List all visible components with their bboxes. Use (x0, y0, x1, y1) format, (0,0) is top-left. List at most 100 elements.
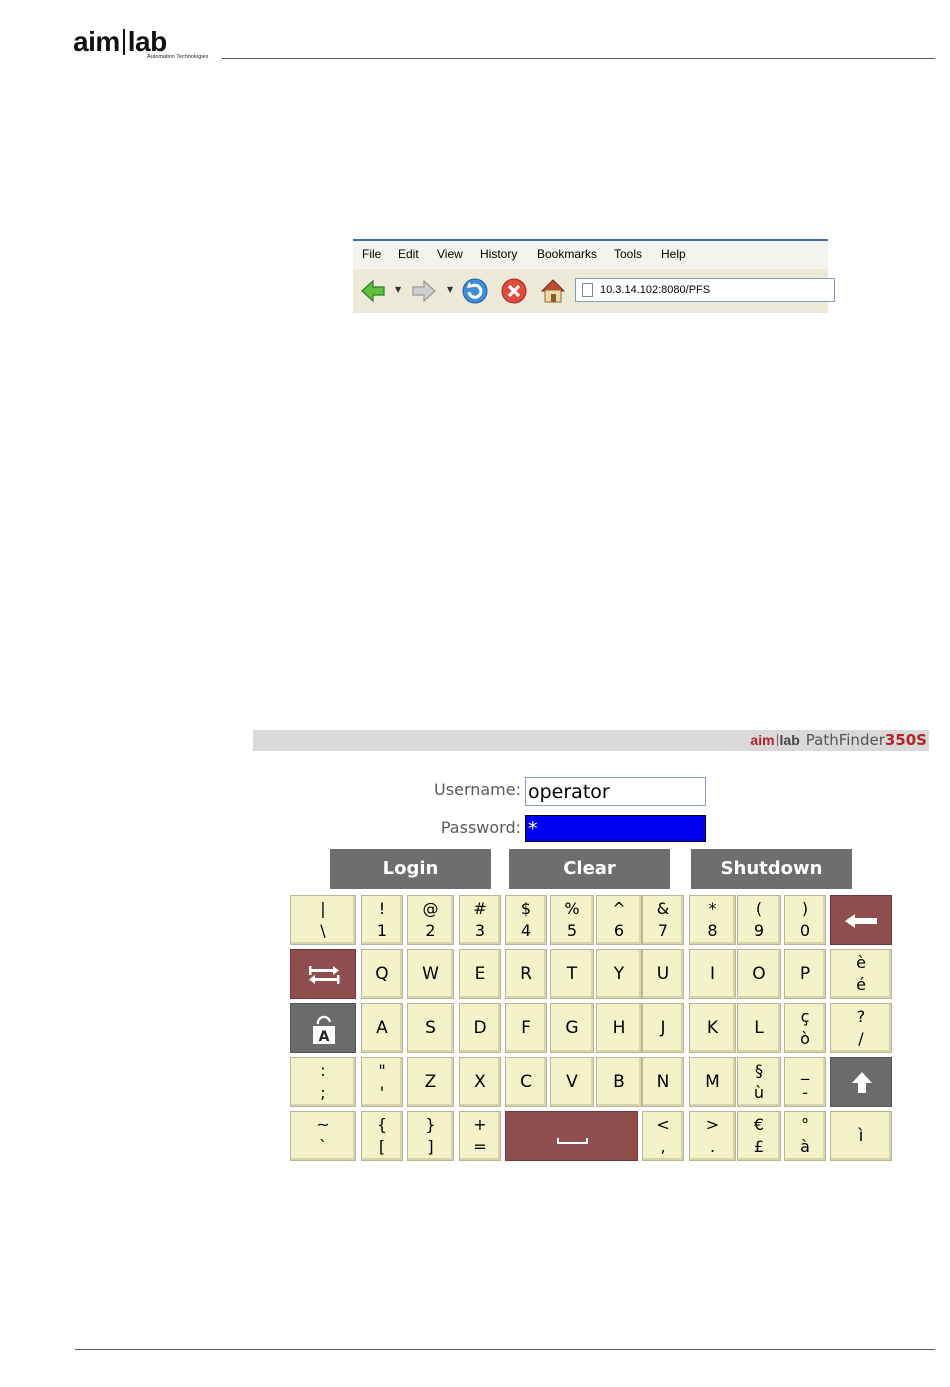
key-label: S (425, 1018, 436, 1038)
key-1[interactable]: ! 1 (361, 895, 403, 945)
reload-icon[interactable] (461, 277, 489, 305)
key-ì[interactable]: ì (830, 1111, 892, 1161)
key-£[interactable]: € £ (737, 1111, 781, 1161)
key-A[interactable]: A (361, 1003, 403, 1053)
menu-history[interactable]: History (480, 247, 517, 261)
key-é[interactable]: èé (830, 949, 892, 999)
key-shift-label: : (320, 1061, 326, 1080)
aimlab-logo: aim lab Automation Technologies (73, 28, 233, 64)
key-T[interactable]: T (550, 949, 594, 999)
key-U[interactable]: U (642, 949, 684, 999)
forward-dropdown-icon[interactable]: ▼ (447, 285, 453, 294)
key-Z[interactable]: Z (407, 1057, 454, 1107)
key-P[interactable]: P (784, 949, 826, 999)
key-][interactable]: }] (407, 1111, 454, 1161)
clear-button[interactable]: Clear (509, 849, 670, 889)
key-K[interactable]: K (689, 1003, 736, 1053)
key-W[interactable]: W (407, 949, 454, 999)
key-B[interactable]: B (596, 1057, 642, 1107)
key-3[interactable]: #3 (459, 895, 501, 945)
back-dropdown-icon[interactable]: ▼ (395, 285, 401, 294)
home-icon[interactable] (539, 277, 567, 305)
password-input[interactable] (525, 815, 706, 842)
key-=[interactable]: + = (459, 1111, 501, 1161)
address-input[interactable] (600, 281, 830, 299)
key-label: ` (319, 1137, 327, 1156)
key-label: U (656, 964, 670, 984)
shift-arrow-key[interactable] (830, 1057, 892, 1107)
key-;[interactable]: :; (290, 1057, 356, 1107)
shutdown-button[interactable]: Shutdown (691, 849, 852, 889)
backspace-arrow-key[interactable] (830, 895, 892, 945)
key-R[interactable]: R (505, 949, 547, 999)
menu-edit[interactable]: Edit (398, 247, 419, 261)
key-6[interactable]: ^ 6 (596, 895, 642, 945)
caps-lock-key[interactable]: A (290, 1003, 356, 1053)
key-5[interactable]: % 5 (550, 895, 594, 945)
address-bar[interactable] (575, 278, 835, 302)
key-E[interactable]: E (459, 949, 501, 999)
key-`[interactable]: ~ ` (290, 1111, 356, 1161)
key-ò[interactable]: çò (784, 1003, 826, 1053)
stop-icon[interactable] (500, 277, 528, 305)
key-9[interactable]: (9 (737, 895, 781, 945)
key-X[interactable]: X (459, 1057, 501, 1107)
key--[interactable]: _ - (784, 1057, 826, 1107)
back-arrow-icon[interactable] (359, 277, 387, 305)
key-N[interactable]: N (642, 1057, 684, 1107)
key-label: Y (613, 964, 625, 984)
menu-file[interactable]: File (362, 247, 381, 261)
key-label: 4 (520, 921, 532, 940)
key-Y[interactable]: Y (596, 949, 642, 999)
key-[[interactable]: {[ (361, 1111, 403, 1161)
login-button[interactable]: Login (330, 849, 491, 889)
key-label: E (474, 964, 486, 984)
key-4[interactable]: $4 (505, 895, 547, 945)
key-shift-label: $ (520, 899, 532, 918)
key-G[interactable]: G (550, 1003, 594, 1053)
key-,[interactable]: <, (642, 1111, 684, 1161)
key-H[interactable]: H (596, 1003, 642, 1053)
key-C[interactable]: C (505, 1057, 547, 1107)
key-label: A (376, 1018, 388, 1038)
key-shift-label: & (656, 899, 670, 918)
key-J[interactable]: J (642, 1003, 684, 1053)
space-bar-key[interactable] (505, 1111, 638, 1161)
key-à[interactable]: ° à (784, 1111, 826, 1161)
forward-arrow-icon[interactable] (410, 277, 438, 305)
key-O[interactable]: O (737, 949, 781, 999)
key-S[interactable]: S (407, 1003, 454, 1053)
key-2[interactable]: @2 (407, 895, 454, 945)
logo-tagline: Automation Technologies (147, 54, 209, 60)
key-shift-label: ) (801, 899, 809, 918)
key-ù[interactable]: § ù (737, 1057, 781, 1107)
key-Q[interactable]: Q (361, 949, 403, 999)
tab-arrows-key[interactable] (290, 949, 356, 999)
key-8[interactable]: * 8 (689, 895, 736, 945)
menu-view[interactable]: View (437, 247, 463, 261)
key-D[interactable]: D (459, 1003, 501, 1053)
key-label: G (565, 1018, 579, 1038)
menu-tools[interactable]: Tools (614, 247, 642, 261)
key-F[interactable]: F (505, 1003, 547, 1053)
key-/[interactable]: ? / (830, 1003, 892, 1053)
key-7[interactable]: & 7 (642, 895, 684, 945)
key-'[interactable]: " ' (361, 1057, 403, 1107)
key-.[interactable]: >. (689, 1111, 736, 1161)
key-\[interactable]: | \ (290, 895, 356, 945)
svg-text:A: A (319, 1029, 330, 1045)
key-label: Z (424, 1072, 437, 1092)
menu-bookmarks[interactable]: Bookmarks (537, 247, 597, 261)
key-M[interactable]: M (689, 1057, 736, 1107)
key-L[interactable]: L (737, 1003, 781, 1053)
key-shift-label: € (753, 1115, 765, 1134)
key-0[interactable]: ) 0 (784, 895, 826, 945)
menu-help[interactable]: Help (661, 247, 686, 261)
key-shift-label: ( (755, 899, 763, 918)
browser-window-snippet: File Edit View History Bookmarks Tools H… (353, 239, 835, 313)
key-V[interactable]: V (550, 1057, 594, 1107)
key-label: W (422, 964, 439, 984)
key-I[interactable]: I (689, 949, 736, 999)
key-label: [ (378, 1137, 386, 1156)
username-input[interactable] (525, 777, 706, 806)
